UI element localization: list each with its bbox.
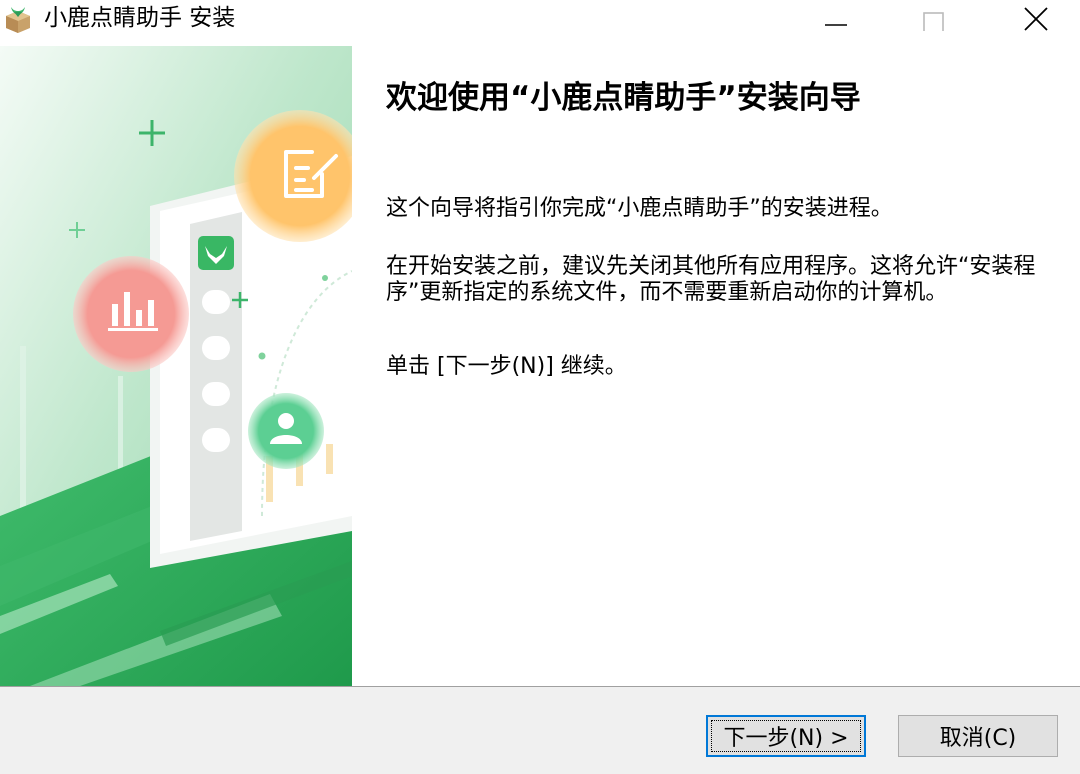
close-icon — [1024, 7, 1048, 31]
continue-instruction: 单击 [下一步(N)] 继续。 — [386, 354, 627, 379]
installer-window: 小鹿点睛助手 安装 欢迎使用“小鹿点睛助手”安装向导 这个向导将指引你完成“小鹿… — [0, 0, 1080, 774]
welcome-heading: 欢迎使用“小鹿点睛助手”安装向导 — [386, 80, 861, 116]
banner-graphic — [0, 46, 352, 686]
intro-text: 这个向导将指引你完成“小鹿点睛助手”的安装进程。 — [386, 196, 893, 221]
user-icon — [248, 393, 324, 469]
bar-chart-icon — [73, 256, 189, 372]
minimize-button[interactable] — [806, 0, 866, 38]
maximize-button[interactable] — [904, 0, 964, 38]
window-title: 小鹿点睛助手 安装 — [44, 5, 236, 31]
deer-box-icon — [6, 7, 30, 33]
deer-logo-icon — [198, 236, 234, 270]
welcome-content: 欢迎使用“小鹿点睛助手”安装向导 这个向导将指引你完成“小鹿点睛助手”的安装进程… — [352, 40, 1080, 686]
banner-illustration — [0, 46, 352, 686]
minimize-icon — [825, 24, 847, 26]
next-button[interactable]: 下一步(N) > — [706, 715, 866, 757]
cancel-button[interactable]: 取消(C) — [898, 715, 1058, 757]
title-bar[interactable]: 小鹿点睛助手 安装 — [0, 0, 1080, 40]
maximize-icon — [923, 12, 944, 31]
recommendation-text: 在开始安装之前，建议先关闭其他所有应用程序。这将允许“安装程序”更新指定的系统文… — [386, 254, 1036, 305]
close-button[interactable] — [1006, 0, 1066, 38]
button-bar: 下一步(N) > 取消(C) — [0, 686, 1080, 774]
